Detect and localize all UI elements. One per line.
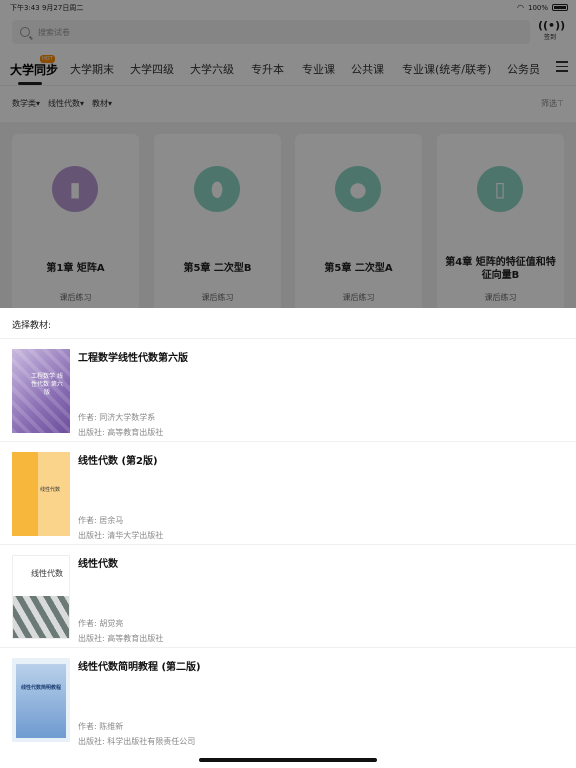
book-title: 线性代数 (第2版) (78, 456, 158, 467)
book-author: 作者: 胡觉亮 (78, 619, 124, 628)
book-publisher: 出版社: 高等教育出版社 (78, 428, 164, 437)
book-author: 作者: 同济大学数学系 (78, 413, 156, 422)
cover-text: 线性代数简明教程 (20, 685, 61, 691)
book-title: 工程数学线性代数第六版 (78, 353, 188, 364)
book-item-0[interactable]: 工程数学 线性代数 第六版 工程数学线性代数第六版 作者: 同济大学数学系 出版… (0, 339, 576, 442)
book-item-1[interactable]: 线性代数 线性代数 (第2版) 作者: 居余马 出版社: 清华大学出版社 (0, 442, 576, 545)
book-item-2[interactable]: 线性代数 线性代数 作者: 胡觉亮 出版社: 高等教育出版社 (0, 545, 576, 648)
cover-text: 线性代数 (40, 487, 61, 493)
book-publisher: 出版社: 清华大学出版社 (78, 531, 164, 540)
home-indicator (199, 758, 377, 762)
cover-text: 工程数学 线性代数 第六版 (31, 373, 63, 396)
book-cover: 线性代数 (12, 452, 70, 536)
cover-text: 线性代数 (31, 569, 63, 578)
book-publisher: 出版社: 高等教育出版社 (78, 634, 164, 643)
book-title: 线性代数 (78, 559, 118, 570)
book-cover: 线性代数简明教程 (12, 658, 70, 742)
book-cover: 线性代数 (12, 555, 70, 639)
book-cover: 工程数学 线性代数 第六版 (12, 349, 70, 433)
book-author: 作者: 陈维新 (78, 722, 124, 731)
book-author: 作者: 居余马 (78, 516, 124, 525)
book-title: 线性代数简明教程 (第二版) (78, 662, 201, 673)
textbook-sheet: 选择教材: 工程数学 线性代数 第六版 工程数学线性代数第六版 作者: 同济大学… (0, 308, 576, 768)
sheet-title: 选择教材: (12, 321, 52, 331)
book-publisher: 出版社: 科学出版社有限责任公司 (78, 737, 196, 746)
book-item-3[interactable]: 线性代数简明教程 线性代数简明教程 (第二版) 作者: 陈维新 出版社: 科学出… (0, 648, 576, 751)
